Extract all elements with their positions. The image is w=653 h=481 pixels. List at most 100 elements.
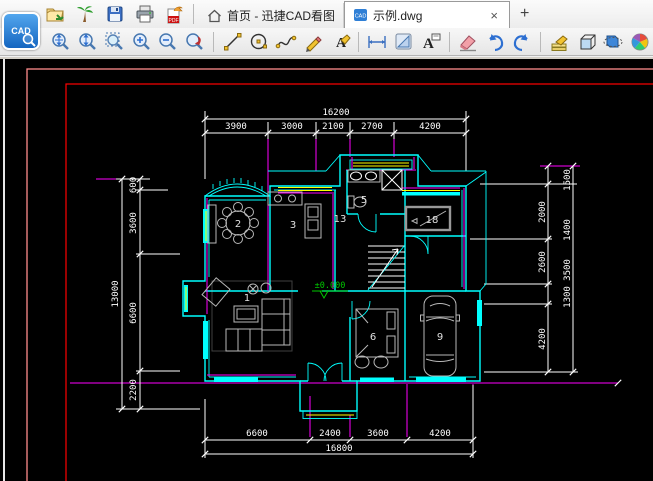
measure-area-button[interactable] <box>391 30 418 54</box>
annotate-text-button[interactable]: A <box>326 30 353 54</box>
extension-lines <box>116 111 578 458</box>
dimension-label: 16200 <box>322 108 349 118</box>
room-label: 1 <box>244 293 250 304</box>
home-icon <box>207 9 222 23</box>
measure-area-icon <box>393 31 415 53</box>
view-3d-button[interactable] <box>573 30 600 54</box>
eraser-button[interactable] <box>455 30 482 54</box>
undo-button[interactable] <box>482 30 509 54</box>
doors <box>308 214 428 381</box>
draw-freehand-button[interactable] <box>299 30 326 54</box>
color-wheel-icon <box>629 31 651 53</box>
svg-text:PDF: PDF <box>169 18 179 24</box>
cad-doc-icon: CAD <box>353 8 368 22</box>
background-color-button[interactable] <box>626 30 653 54</box>
right-dimensions: 2000 2600 4200 1500 1400 3500 1300 <box>538 163 576 375</box>
toolbar-separator <box>540 32 541 52</box>
zoom-window-icon <box>104 31 126 53</box>
room-label: 6 <box>370 332 376 343</box>
dimension-label: 3600 <box>367 429 389 439</box>
dimension-label: 13000 <box>111 280 121 307</box>
tool-toolbar: A A <box>0 28 653 56</box>
text-hand-icon: A <box>329 31 351 53</box>
line-icon <box>222 31 244 53</box>
zoom-out-icon <box>157 31 179 53</box>
room-label: 2 <box>235 219 241 230</box>
quick-action-bar: PDF <box>42 2 188 26</box>
layers-icon <box>549 31 571 53</box>
furniture-bathroom <box>348 170 402 208</box>
dimension-label: 3600 <box>129 212 139 234</box>
title-toolbar: PDF 首页 - 迅捷CAD看图 CAD 示例.dwg × + <box>0 0 653 28</box>
dimension-label: 1500 <box>563 169 573 191</box>
dimension-label: 2400 <box>319 429 341 439</box>
zoom-previous-button[interactable] <box>182 30 209 54</box>
magnifier-icon <box>21 32 37 48</box>
zoom-window-button[interactable] <box>101 30 128 54</box>
top-dimensions: 16200 3900 3000 2100 2700 4200 <box>202 108 469 136</box>
open-file-icon <box>45 5 65 23</box>
floor-plan-svg[interactable]: 16200 3900 3000 2100 2700 4200 6600 2400… <box>0 59 653 481</box>
dimension-label: 2700 <box>361 122 383 132</box>
dimension-label: 3900 <box>225 122 247 132</box>
room-label: 3 <box>290 220 296 231</box>
pan-zoom-icon <box>50 31 72 53</box>
left-dimensions: 13000 600 3600 6600 2200 <box>111 176 143 412</box>
dimension-label: 16800 <box>325 444 352 454</box>
open-file-button[interactable] <box>42 2 68 26</box>
dimension-label: 6600 <box>246 429 268 439</box>
tab-home-label: 首页 - 迅捷CAD看图 <box>227 7 335 24</box>
app-window: CAD <box>0 0 653 481</box>
tab-home[interactable]: 首页 - 迅捷CAD看图 <box>199 3 344 28</box>
toolbar-separator <box>449 32 450 52</box>
palm-tree-icon <box>75 4 95 24</box>
svg-text:CAD: CAD <box>355 14 367 20</box>
drawing-canvas[interactable]: 16200 3900 3000 2100 2700 4200 6600 2400… <box>0 57 653 481</box>
elevation-marker: ±0.000 <box>312 281 348 298</box>
new-tab-button[interactable]: + <box>510 5 539 23</box>
measure-length-button[interactable] <box>364 30 391 54</box>
eraser-icon <box>457 31 479 53</box>
draw-spline-button[interactable] <box>273 30 300 54</box>
room-label: 18 <box>426 215 439 226</box>
export-pdf-button[interactable]: PDF <box>162 2 188 26</box>
spline-icon <box>275 31 297 53</box>
room-label: 9 <box>437 332 443 343</box>
tab-document-label: 示例.dwg <box>373 7 422 24</box>
tab-bar: 首页 - 迅捷CAD看图 CAD 示例.dwg × + <box>199 0 653 28</box>
dimension-label: 2000 <box>538 201 548 223</box>
app-logo-cad-badge[interactable]: CAD <box>2 12 40 50</box>
redo-icon <box>511 31 533 53</box>
draw-line-button[interactable] <box>219 30 246 54</box>
elevation-label: ±0.000 <box>315 281 346 291</box>
measure-length-icon <box>366 31 388 53</box>
dimension-label: 4200 <box>538 328 548 350</box>
zoom-in-button[interactable] <box>128 30 155 54</box>
zoom-out-button[interactable] <box>155 30 182 54</box>
bottom-dimensions: 6600 2400 3600 4200 16800 <box>202 429 476 457</box>
room-label: 13 <box>334 214 347 225</box>
tab-close-icon[interactable]: × <box>487 9 501 22</box>
orbit-3d-icon <box>602 31 624 53</box>
save-icon <box>106 5 124 23</box>
print-icon <box>135 5 155 23</box>
dimension-label: 600 <box>129 177 139 193</box>
dimension-label: 1400 <box>563 219 573 241</box>
room-labels: 1 2 3 5 6 9 13 18 <box>235 195 443 343</box>
dimension-label: 6600 <box>129 302 139 324</box>
zoom-vertical-button[interactable] <box>75 30 102 54</box>
orbit-3d-button[interactable] <box>600 30 627 54</box>
save-button[interactable] <box>102 2 128 26</box>
redo-button[interactable] <box>508 30 535 54</box>
text-box-icon: A <box>420 31 442 53</box>
print-button[interactable] <box>132 2 158 26</box>
pan-tool-button[interactable] <box>48 30 75 54</box>
tab-document[interactable]: CAD 示例.dwg × <box>344 1 510 28</box>
layers-button[interactable] <box>546 30 573 54</box>
zoom-vertical-icon <box>77 31 99 53</box>
canvas-left-edge <box>3 59 5 481</box>
undo-icon <box>484 31 506 53</box>
screenshot-button[interactable] <box>72 2 98 26</box>
draw-circle-button[interactable] <box>246 30 273 54</box>
text-note-button[interactable]: A <box>417 30 444 54</box>
